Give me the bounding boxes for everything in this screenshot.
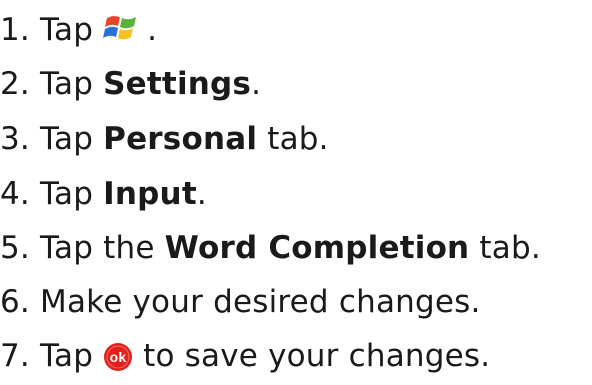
step-6: 6. Make your desired changes. [0,278,481,326]
step-text: Make your desired changes. [40,284,481,320]
step-2: 2. Tap Settings. [0,60,261,108]
step-bold-term: Personal [103,121,258,157]
step-number: 4. [0,176,30,212]
windows-start-icon [103,12,141,44]
step-text: Tap [40,12,94,48]
step-1: 1. Tap . [0,6,157,54]
step-suffix: . [251,66,262,102]
step-number: 1. [0,12,30,48]
step-suffix: . [147,12,158,48]
step-bold-term: Input [103,176,197,212]
step-number: 7. [0,338,30,374]
step-suffix: tab. [479,230,541,266]
step-bold-term: Word Completion [164,230,470,266]
step-text: Tap [40,338,94,374]
step-suffix: . [196,176,207,212]
step-number: 5. [0,230,30,266]
ok-icon: ok [103,342,133,372]
svg-text:ok: ok [110,349,127,365]
step-4: 4. Tap Input. [0,170,207,218]
step-7: 7. Tap ok to save your changes. [0,332,490,380]
step-number: 6. [0,284,30,320]
step-number: 3. [0,121,30,157]
step-text: Tap [40,176,94,212]
step-number: 2. [0,66,30,102]
step-bold-term: Settings [103,66,252,102]
step-suffix: to save your changes. [143,338,491,374]
step-3: 3. Tap Personal tab. [0,115,329,163]
step-5: 5. Tap the Word Completion tab. [0,224,541,272]
step-suffix: tab. [267,121,329,157]
step-text: Tap the [40,230,155,266]
step-text: Tap [40,121,94,157]
step-text: Tap [40,66,94,102]
